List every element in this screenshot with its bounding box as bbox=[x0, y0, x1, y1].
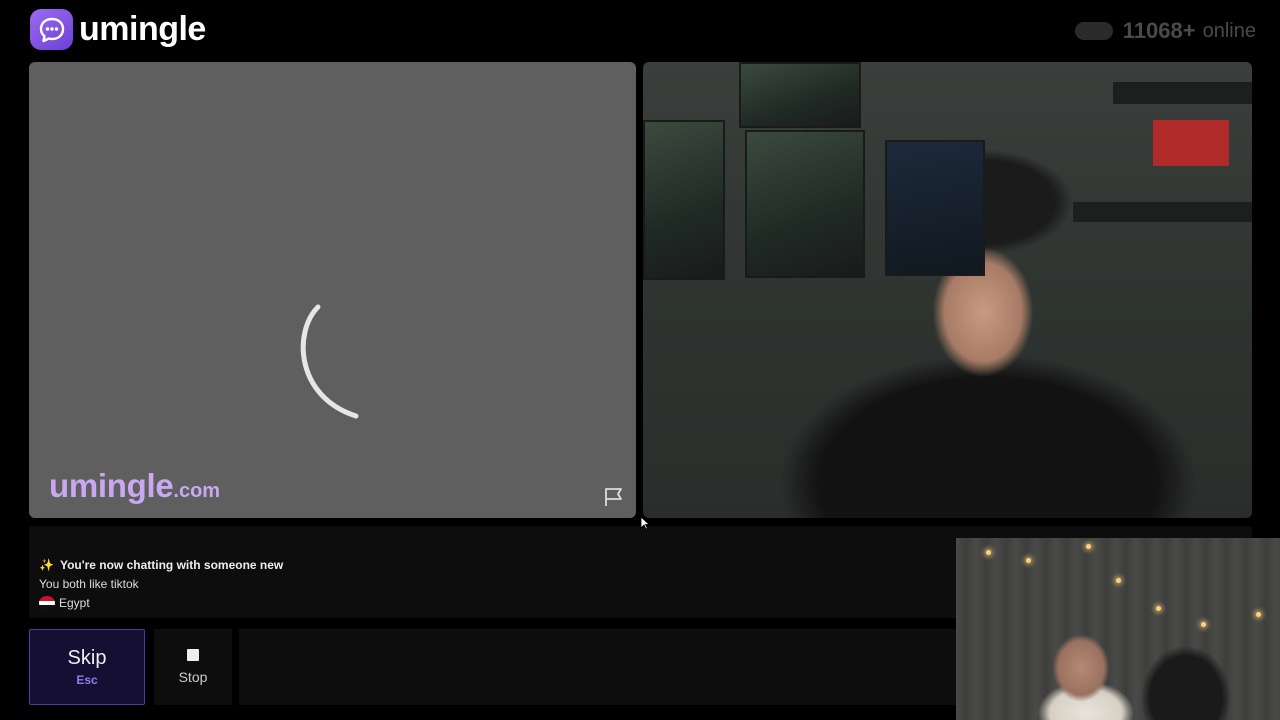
online-indicator: 11068+ online bbox=[1074, 18, 1256, 44]
fairy-light bbox=[1256, 612, 1261, 617]
sparkle-icon: ✨ bbox=[39, 558, 54, 572]
shelf bbox=[1073, 202, 1252, 222]
skip-label: Skip bbox=[67, 647, 107, 669]
fairy-light bbox=[1086, 544, 1091, 549]
self-video bbox=[643, 62, 1252, 518]
header: umingle 11068+ online bbox=[0, 0, 1280, 62]
fairy-light bbox=[1026, 558, 1031, 563]
chat-line-country: Egypt bbox=[39, 596, 283, 610]
fairy-light bbox=[1156, 606, 1161, 611]
fairy-light bbox=[986, 550, 991, 555]
message-input[interactable] bbox=[239, 629, 959, 705]
skip-button[interactable]: Skip Esc bbox=[29, 629, 145, 705]
watermark-main: umingle bbox=[49, 467, 174, 504]
stop-label: Stop bbox=[178, 669, 208, 685]
watermark: umingle .com bbox=[49, 467, 220, 505]
wall-poster bbox=[739, 62, 861, 128]
streamer-webcam bbox=[956, 538, 1280, 720]
country-name: Egypt bbox=[59, 596, 90, 610]
wall-poster bbox=[745, 130, 865, 278]
red-box bbox=[1153, 120, 1229, 166]
stranger-video: umingle .com bbox=[29, 62, 636, 518]
skip-shortcut: Esc bbox=[76, 673, 98, 687]
stop-button[interactable]: Stop bbox=[154, 629, 232, 705]
wall-poster bbox=[643, 120, 725, 280]
online-count: 11068+ bbox=[1122, 18, 1196, 43]
chat-line-new: You're now chatting with someone new bbox=[59, 558, 284, 572]
watermark-suffix: .com bbox=[173, 480, 221, 502]
wall-poster bbox=[885, 140, 985, 276]
fairy-light bbox=[1201, 622, 1206, 627]
shelf bbox=[1113, 82, 1252, 104]
system-message: ✨ You're now chatting with someone new Y… bbox=[39, 558, 283, 610]
online-toggle-pill bbox=[1074, 22, 1113, 40]
system-message-title: ✨ You're now chatting with someone new bbox=[39, 558, 283, 572]
fairy-light bbox=[1116, 578, 1121, 583]
brand-logo[interactable]: umingle bbox=[30, 9, 206, 50]
mouse-cursor-icon bbox=[640, 516, 651, 535]
brand-name: umingle bbox=[79, 10, 206, 48]
chat-bubble-icon bbox=[30, 9, 73, 50]
report-flag-icon[interactable] bbox=[603, 486, 625, 508]
stop-icon bbox=[187, 649, 199, 661]
chat-line-interests: You both like tiktok bbox=[39, 577, 139, 591]
egypt-flag-icon bbox=[39, 596, 55, 610]
online-label: online bbox=[1202, 19, 1256, 42]
spinner-icon bbox=[291, 302, 371, 427]
